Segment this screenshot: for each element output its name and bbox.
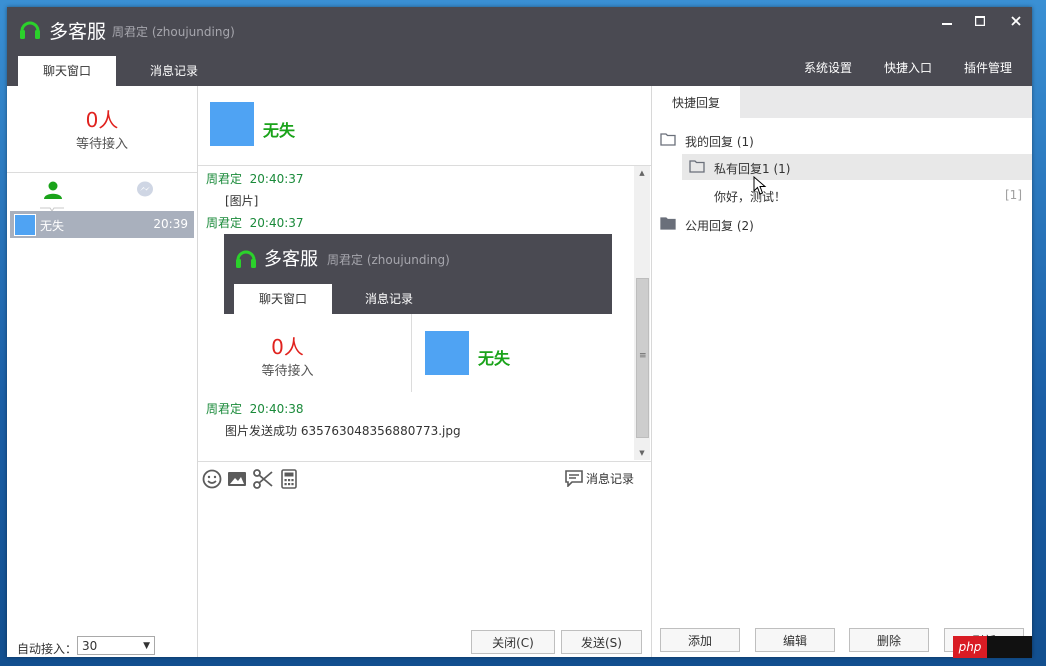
tree-folder-my-replies[interactable]: 我的回复 (1) <box>652 127 1032 153</box>
session-name: 无失 <box>40 219 65 233</box>
delete-reply-button[interactable]: 删除 <box>849 628 929 652</box>
divider <box>7 172 197 173</box>
chat-history-icon <box>565 470 583 487</box>
image-tab-history: 消息记录 <box>364 292 413 306</box>
auto-accept-label: 自动接入： <box>17 642 78 656</box>
message-list: 周君定 20:40:37 [图片] 周君定 20:40:37 多客服 周君定 (… <box>198 166 651 460</box>
waiting-label: 等待接入 <box>75 137 128 152</box>
scrollbar-thumb[interactable]: ≡ <box>636 278 649 438</box>
quick-reply-item[interactable]: 你好，测试！ [1] <box>652 182 1032 208</box>
folder-icon <box>660 133 676 146</box>
editor-divider <box>198 461 651 462</box>
tab-message-history[interactable]: 消息记录 <box>125 56 223 86</box>
quick-reply-panel: 快捷回复 我的回复 (1) 私有回复1 (1) 你好，测试！ [1] 公用回复 … <box>652 86 1032 657</box>
message-sender: 周君定 <box>206 216 243 230</box>
menu-system-settings[interactable]: 系统设置 <box>804 59 852 76</box>
menu-plugin-management[interactable]: 插件管理 <box>964 59 1012 76</box>
mouse-pointer-icon <box>753 176 767 195</box>
message-image[interactable]: 多客服 周君定 (zhoujunding) 聊天窗口 消息记录 0人 等待接入 … <box>224 234 612 392</box>
message-time: 20:40:37 <box>249 172 304 186</box>
image-customer-name: 无失 <box>478 349 511 368</box>
message-header: 周君定 20:40:37 <box>206 170 304 187</box>
tree-label: 私有回复1 (1) <box>714 162 791 176</box>
messenger-icon[interactable] <box>133 180 157 200</box>
scissors-icon[interactable] <box>252 468 274 490</box>
reply-shortcut-hint: [1] <box>1005 188 1022 202</box>
edit-reply-button[interactable]: 编辑 <box>755 628 835 652</box>
headset-icon <box>20 21 40 39</box>
watermark-bar <box>987 636 1032 658</box>
calculator-icon[interactable] <box>278 468 300 490</box>
session-panel: 0人 等待接入 无失 20:39 自动接入： 30 ▼ <box>7 86 198 657</box>
user-icon[interactable] <box>41 180 65 200</box>
active-tab-indicator <box>40 202 64 212</box>
maximize-button[interactable] <box>969 13 991 33</box>
app-title: 多客服 <box>49 21 107 43</box>
image-icon[interactable] <box>226 468 248 490</box>
message-history-label: 消息记录 <box>586 472 635 486</box>
image-user: 周君定 (zhoujunding) <box>327 253 450 267</box>
tree-folder-public-replies[interactable]: 公用回复 (2) <box>652 211 1032 237</box>
customer-avatar <box>210 102 254 146</box>
message-text: 图片发送成功 635763048356880773.jpg <box>225 424 461 438</box>
watermark-logo: php <box>953 636 987 658</box>
title-bar: 多客服 周君定 (zhoujunding) 聊天窗口 消息记录 系统设置 快捷入… <box>7 7 1032 86</box>
tree-label: 你好，测试！ <box>714 190 787 204</box>
message-sender: 周君定 <box>206 402 243 416</box>
session-item[interactable]: 无失 20:39 <box>10 211 194 238</box>
maximize-icon <box>974 15 986 27</box>
close-icon <box>1011 16 1021 26</box>
message-header: 周君定 20:40:38 <box>206 400 304 417</box>
auto-accept-select[interactable]: 30 ▼ <box>77 636 155 655</box>
message-sender: 周君定 <box>206 172 243 186</box>
chevron-down-icon: ▼ <box>143 641 150 651</box>
emoji-icon[interactable] <box>201 468 223 490</box>
tab-chat-window[interactable]: 聊天窗口 <box>18 56 116 86</box>
tree-folder-private-replies[interactable]: 私有回复1 (1) <box>682 154 1032 180</box>
image-tab-chat: 聊天窗口 <box>234 284 332 314</box>
message-header: 周君定 20:40:37 <box>206 214 304 231</box>
minimize-icon <box>942 23 952 25</box>
message-text: [图片] <box>225 194 259 208</box>
image-avatar <box>425 331 469 375</box>
tab-quick-reply[interactable]: 快捷回复 <box>652 86 740 118</box>
folder-icon <box>660 217 676 230</box>
avatar <box>14 214 36 236</box>
waiting-count: 0人 <box>85 108 119 132</box>
quick-reply-tabbar: 快捷回复 <box>652 86 1032 118</box>
close-window-button[interactable] <box>1005 13 1027 33</box>
add-reply-button[interactable]: 添加 <box>660 628 740 652</box>
message-time: 20:40:38 <box>249 402 304 416</box>
auto-accept-value: 30 <box>82 639 98 653</box>
chat-header: 无失 <box>198 86 651 166</box>
customer-name: 无失 <box>263 121 296 140</box>
grip-icon: ≡ <box>639 351 647 361</box>
site-watermark: php <box>953 636 1032 658</box>
image-waiting-label: 等待接入 <box>261 364 314 379</box>
session-time: 20:39 <box>153 217 188 231</box>
divider <box>411 314 412 392</box>
scroll-up-icon[interactable]: ▲ <box>634 166 650 180</box>
message-scrollbar[interactable]: ▲ ≡ ▼ <box>634 166 650 460</box>
chat-panel: 无失 周君定 20:40:37 [图片] 周君定 20:40:37 多客服 周君… <box>198 86 652 657</box>
tree-label: 公用回复 (2) <box>685 219 754 233</box>
minimize-button[interactable] <box>936 13 958 33</box>
folder-icon <box>689 160 705 173</box>
image-title-bar: 多客服 周君定 (zhoujunding) 聊天窗口 消息记录 <box>224 234 612 314</box>
tree-label: 我的回复 (1) <box>685 135 754 149</box>
close-button[interactable]: 关闭(C) <box>471 630 555 654</box>
current-user: 周君定 (zhoujunding) <box>112 25 235 39</box>
message-time: 20:40:37 <box>249 216 304 230</box>
menu-quick-entry[interactable]: 快捷入口 <box>884 59 932 76</box>
app-window: 多客服 周君定 (zhoujunding) 聊天窗口 消息记录 系统设置 快捷入… <box>7 7 1032 657</box>
image-waiting-count: 0人 <box>271 335 304 359</box>
send-button[interactable]: 发送(S) <box>561 630 642 654</box>
headset-icon <box>236 250 256 268</box>
image-app-title: 多客服 <box>264 249 318 270</box>
scroll-down-icon[interactable]: ▼ <box>634 446 650 460</box>
